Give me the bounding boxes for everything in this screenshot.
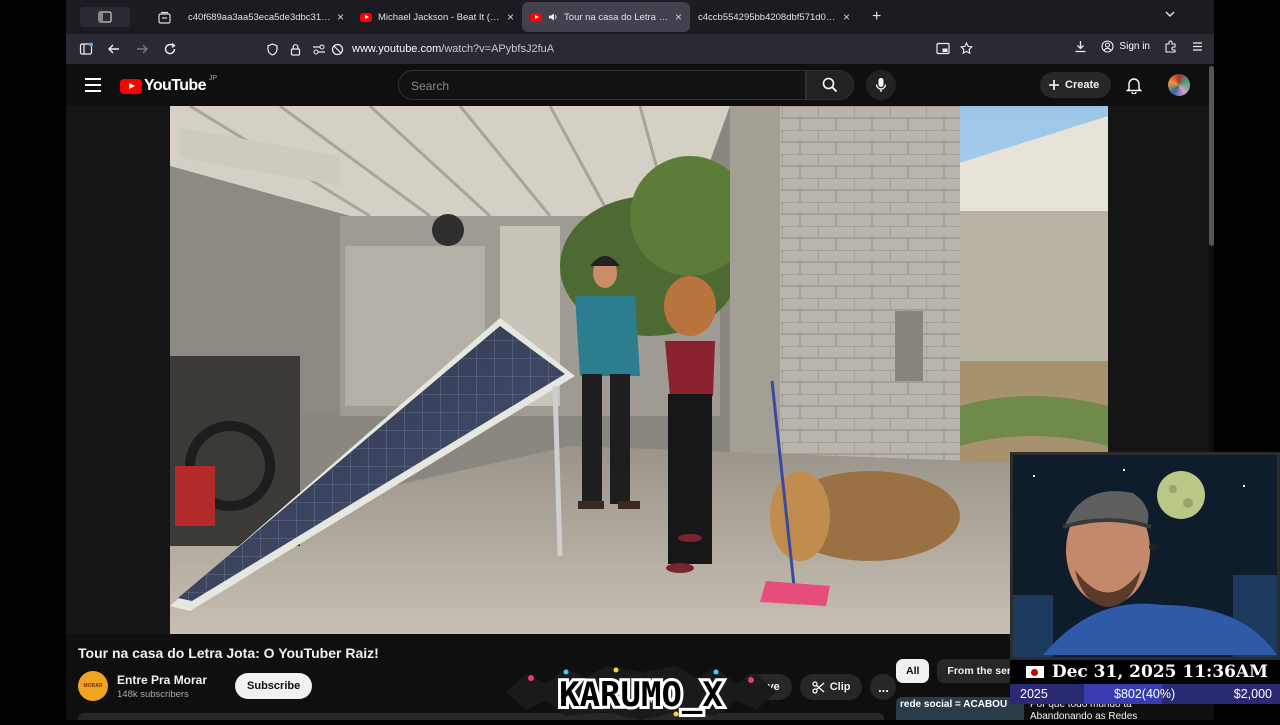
collections-button[interactable] (154, 7, 174, 27)
create-label: Create (1065, 79, 1100, 91)
close-icon[interactable]: × (675, 10, 682, 24)
tab-title: Tour na casa do Letra Jota: (564, 11, 669, 23)
scissors-icon (812, 680, 825, 694)
tab-title: c40f689aa3aa53eca5de3dbc31506 (188, 11, 331, 23)
tab-0[interactable]: c40f689aa3aa53eca5de3dbc31506 × (180, 2, 352, 32)
autoplay-blocked-icon[interactable] (331, 43, 344, 56)
channel-row: MORAR Entre Pra Morar 148k subscribers S… (78, 671, 313, 701)
star-icon[interactable] (960, 42, 973, 55)
avatar[interactable] (1168, 74, 1190, 96)
back-button[interactable] (106, 41, 122, 57)
url-domain: www.youtube.com (352, 43, 442, 55)
download-icon[interactable] (1074, 40, 1087, 53)
voice-search-button[interactable] (866, 70, 896, 100)
window-icon (98, 11, 112, 23)
search-input[interactable]: Search (398, 70, 806, 100)
reload-button[interactable] (162, 41, 178, 57)
donation-goal-bar: 2025 $802(40%) $2,000 (1010, 684, 1280, 704)
sidebar-toggle[interactable] (80, 7, 130, 27)
video-title: Tour na casa do Letra Jota: O YouTuber R… (78, 645, 379, 661)
guide-menu-button[interactable] (85, 78, 101, 96)
video-frame[interactable] (170, 106, 1108, 634)
close-icon[interactable]: × (507, 10, 514, 24)
sidebar-icon (79, 42, 93, 55)
youtube-logo-text: YouTube (144, 77, 206, 94)
url-path: /watch?v=APybfsJ2fuA (441, 43, 555, 55)
extensions-icon[interactable] (1164, 40, 1177, 53)
close-icon[interactable]: × (843, 10, 850, 24)
webcam-image (1013, 455, 1277, 657)
permissions-icon[interactable] (312, 43, 327, 56)
new-tab-button[interactable]: + (872, 8, 881, 26)
goal-year: 2025 (1020, 687, 1048, 701)
sidebar-button[interactable] (78, 41, 94, 57)
page-scrollbar[interactable] (1209, 66, 1214, 246)
tab-title: Michael Jackson - Beat It (Offic (378, 11, 501, 23)
close-icon[interactable]: × (337, 10, 344, 24)
youtube-header: YouTube JP Search Create (66, 64, 1214, 106)
tab-3[interactable]: c4ccb554295bb4208dbf571d0a8a × (690, 2, 858, 32)
youtube-favicon-icon (360, 12, 372, 22)
plus-icon (1049, 80, 1059, 90)
url-text[interactable]: www.youtube.com/watch?v=APybfsJ2fuA (352, 43, 554, 55)
clip-button[interactable]: Clip (799, 674, 863, 700)
channel-avatar-text: MORAR (83, 683, 103, 689)
chip-all[interactable]: All (896, 659, 930, 683)
arrow-right-icon (137, 44, 148, 54)
menu-icon[interactable] (1191, 40, 1204, 53)
brand-logo: KARUMO_X (506, 666, 776, 720)
youtube-play-icon (120, 78, 142, 94)
tab-title: c4ccb554295bb4208dbf571d0a8a (698, 11, 837, 23)
create-button[interactable]: Create (1040, 72, 1112, 98)
region-code: JP (208, 74, 218, 82)
speaker-icon[interactable] (548, 12, 558, 22)
nav-toolbar: www.youtube.com/watch?v=APybfsJ2fuA Sign… (66, 34, 1214, 64)
search-button[interactable] (806, 70, 854, 100)
channel-avatar[interactable]: MORAR (78, 671, 108, 701)
tab-bar: c40f689aa3aa53eca5de3dbc31506 × Michael … (66, 0, 1214, 34)
sign-in-label: Sign in (1119, 41, 1150, 52)
channel-name[interactable]: Entre Pra Morar (117, 673, 207, 687)
channel-info: Entre Pra Morar 148k subscribers (117, 673, 207, 700)
bell-icon[interactable] (1126, 76, 1142, 94)
lock-icon[interactable] (289, 43, 302, 56)
picture-in-picture-icon[interactable] (936, 42, 950, 55)
account-icon (1101, 40, 1114, 53)
tab-1[interactable]: Michael Jackson - Beat It (Offic × (352, 2, 522, 32)
subscribe-button[interactable]: Subscribe (235, 673, 313, 699)
goal-progress-label: $802(40%) (1114, 687, 1176, 701)
goal-amount: $2,000 (1233, 687, 1272, 701)
stream-ticker: Dec 31, 2025 11:36AM 2025 $802(40%) $2,0… (1010, 660, 1280, 720)
video-scene-image (170, 106, 1108, 634)
clip-label: Clip (829, 681, 851, 693)
tab-2[interactable]: Tour na casa do Letra Jota: × (522, 2, 690, 32)
brand-text: KARUMO_X (559, 675, 723, 715)
arrow-left-icon (108, 44, 119, 54)
forward-button[interactable] (134, 41, 150, 57)
youtube-logo[interactable]: YouTube JP (120, 74, 218, 95)
chevron-down-icon[interactable] (1164, 8, 1176, 20)
subscriber-count: 148k subscribers (117, 688, 189, 700)
date-banner: Dec 31, 2025 11:36AM (1010, 660, 1280, 684)
sign-in-button[interactable]: Sign in (1101, 40, 1150, 53)
related-thumbnail[interactable]: rede social = ACABOU (896, 697, 1024, 720)
folder-icon (157, 11, 171, 24)
reload-icon (164, 42, 176, 55)
youtube-favicon-icon (530, 12, 542, 22)
search-icon (822, 77, 838, 93)
more-label: ... (878, 679, 889, 695)
japan-flag-icon (1025, 666, 1044, 678)
microphone-icon (875, 78, 887, 92)
karumo-overlay-logo: KARUMO_X (506, 664, 776, 720)
more-actions-button[interactable]: ... (870, 674, 897, 700)
webcam-overlay (1010, 452, 1280, 660)
shield-icon[interactable] (266, 42, 279, 56)
date-text: Dec 31, 2025 11:36AM (1051, 662, 1268, 682)
toolbar-right: Sign in (1074, 40, 1204, 53)
url-bar[interactable]: www.youtube.com/watch?v=APybfsJ2fuA (266, 37, 986, 61)
